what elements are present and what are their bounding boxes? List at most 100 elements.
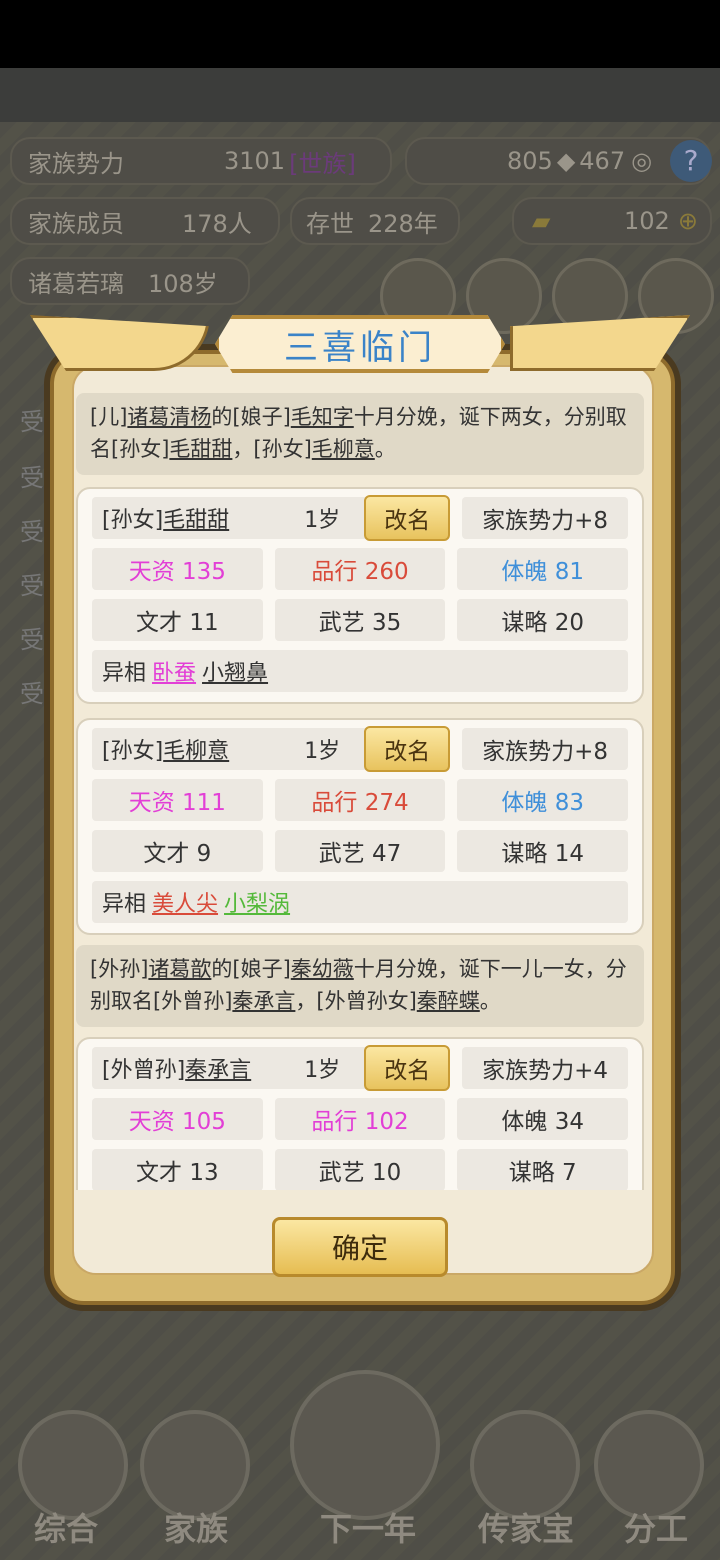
child-name-cell: [孙女] 毛柳意 1岁 改名 <box>92 726 451 772</box>
person-link[interactable]: 秦承言 <box>232 989 295 1013</box>
traits-cell: 异相 美人尖 小梨涡 <box>92 881 628 923</box>
existence-box: 存世 228年 <box>290 197 460 245</box>
rename-button[interactable]: 改名 <box>364 726 451 772</box>
traits-label: 异相 <box>102 892 147 917</box>
person-link[interactable]: 秦醉蝶 <box>417 989 480 1013</box>
help-icon[interactable]: ? <box>670 140 712 182</box>
child-name-cell: [孙女] 毛甜甜 1岁 改名 <box>92 495 451 541</box>
literary-stat: 文才 13 <box>92 1149 263 1190</box>
child-name[interactable]: 毛柳意 <box>163 733 229 765</box>
trait-tag[interactable]: 小翘鼻 <box>202 655 268 687</box>
trait-tag[interactable]: 美人尖 <box>152 886 218 918</box>
rename-button[interactable]: 改名 <box>364 495 451 541</box>
family-power-bonus: 家族势力+4 <box>462 1047 628 1089</box>
rename-button[interactable]: 改名 <box>364 1045 451 1091</box>
bottom-nav: 综合 家族 下一年 传家宝 分工 <box>0 1370 720 1560</box>
person-link[interactable]: 诸葛歆 <box>148 957 211 981</box>
top-strip <box>0 68 720 122</box>
trait-tag[interactable]: 小梨涡 <box>224 886 290 918</box>
event-text-part: 的[娘子] <box>211 957 291 981</box>
child-card: [外曾孙] 秦承言 1岁 改名 家族势力+4 天资 105 品行 102 体魄 3… <box>76 1037 644 1190</box>
person-link[interactable]: 秦幼薇 <box>291 957 354 981</box>
martial-stat: 武艺 47 <box>274 830 446 872</box>
currency-box[interactable]: 805 ◆ 467 ◎ <box>405 137 711 185</box>
strategy-stat: 谋略 20 <box>457 599 629 641</box>
martial-stat: 武艺 35 <box>274 599 446 641</box>
child-relation: [孙女] <box>102 739 164 764</box>
coin-icon: ◎ <box>631 147 653 175</box>
child-name[interactable]: 秦承言 <box>185 1052 251 1084</box>
event-text-part: ，[外曾孙女] <box>295 989 417 1013</box>
child-relation: [外曾孙] <box>102 1058 186 1083</box>
nav-assignment[interactable]: 分工 <box>596 1504 716 1550</box>
child-relation: [孙女] <box>102 508 164 533</box>
child-name[interactable]: 毛甜甜 <box>163 502 229 534</box>
strategy-stat: 谋略 14 <box>457 830 629 872</box>
event-text: [外孙]诸葛歆的[娘子]秦幼薇十月分娩，诞下一儿一女，分别取名[外曾孙]秦承言，… <box>76 945 644 1027</box>
child-age: 1岁 <box>304 739 341 764</box>
child-card: [孙女] 毛柳意 1岁 改名 家族势力+8 天资 111 品行 274 体魄 83… <box>76 718 644 935</box>
conduct-stat: 品行 102 <box>274 1098 446 1140</box>
talent-stat: 天资 111 <box>92 779 263 821</box>
patriarch-age: 108岁 <box>148 269 218 298</box>
event-scroll-list[interactable]: [儿]诸葛清杨的[娘子]毛知字十月分娩，诞下两女，分别取名[孙女]毛甜甜，[孙女… <box>76 393 644 1190</box>
status-bar <box>0 0 720 68</box>
nav-overview[interactable]: 综合 <box>6 1504 126 1550</box>
person-link[interactable]: 毛知字 <box>291 405 354 429</box>
patriarch-box[interactable]: 诸葛若璃 108岁 <box>10 257 250 305</box>
currency-a-value: 805 <box>507 147 553 175</box>
family-power-rank: [世族] <box>289 149 356 178</box>
child-card: [孙女] 毛甜甜 1岁 改名 家族势力+8 天资 135 品行 260 体魄 81… <box>76 487 644 704</box>
conduct-stat: 品行 260 <box>274 548 446 590</box>
nav-next-year[interactable]: 下一年 <box>298 1504 438 1550</box>
event-text-part: ，[孙女] <box>232 437 312 461</box>
existence-label: 存世 <box>306 209 354 238</box>
physique-stat: 体魄 83 <box>457 779 629 821</box>
gold-value: 102 <box>624 207 670 235</box>
traits-label: 异相 <box>102 661 147 686</box>
literary-stat: 文才 9 <box>92 830 263 872</box>
event-text-part: [儿] <box>90 405 128 429</box>
modal-title: 三喜临门 <box>284 327 436 368</box>
event-text: [儿]诸葛清杨的[娘子]毛知字十月分娩，诞下两女，分别取名[孙女]毛甜甜，[孙女… <box>76 393 644 475</box>
members-value: 178人 <box>182 209 252 238</box>
talent-stat: 天资 105 <box>92 1098 263 1140</box>
confirm-button[interactable]: 确定 <box>272 1217 448 1277</box>
martial-stat: 武艺 10 <box>274 1149 446 1190</box>
talent-stat: 天资 135 <box>92 548 263 590</box>
gold-ingot-icon: ▰ <box>532 207 551 235</box>
silver-icon: ◆ <box>556 147 576 175</box>
family-power-box[interactable]: 家族势力 3101 [世族] <box>10 137 392 185</box>
literary-stat: 文才 11 <box>92 599 263 641</box>
physique-stat: 体魄 34 <box>457 1098 629 1140</box>
event-text-part: 。 <box>479 989 501 1013</box>
child-age: 1岁 <box>304 508 341 533</box>
event-text-part: [外孙] <box>90 957 149 981</box>
nav-heirloom[interactable]: 传家宝 <box>466 1504 586 1550</box>
trait-tag[interactable]: 卧蚕 <box>152 655 196 687</box>
family-power-label: 家族势力 <box>28 149 124 178</box>
modal-title-plaque: 三喜临门 <box>215 315 505 373</box>
event-text-part: 的[娘子] <box>211 405 291 429</box>
patriarch-name: 诸葛若璃 <box>28 269 124 298</box>
currency-b-value: 467 <box>579 147 626 175</box>
child-name-cell: [外曾孙] 秦承言 1岁 改名 <box>92 1045 451 1091</box>
event-text-part: 。 <box>374 437 396 461</box>
family-power-value: 3101 <box>224 147 286 175</box>
person-link[interactable]: 诸葛清杨 <box>127 405 211 429</box>
members-label: 家族成员 <box>28 209 124 238</box>
traits-cell: 异相 卧蚕 小翘鼻 <box>92 650 628 692</box>
add-icon[interactable]: ⊕ <box>678 207 698 235</box>
nav-family[interactable]: 家族 <box>136 1504 256 1550</box>
existence-value: 228年 <box>368 209 438 238</box>
person-link[interactable]: 毛甜甜 <box>169 437 232 461</box>
family-power-bonus: 家族势力+8 <box>462 497 628 539</box>
physique-stat: 体魄 81 <box>457 548 629 590</box>
conduct-stat: 品行 274 <box>274 779 446 821</box>
child-age: 1岁 <box>304 1058 341 1083</box>
person-link[interactable]: 毛柳意 <box>312 437 375 461</box>
strategy-stat: 谋略 7 <box>457 1149 629 1190</box>
gold-box[interactable]: ▰ 102 ⊕ <box>512 197 712 245</box>
nav-circle-3 <box>290 1370 440 1520</box>
family-power-bonus: 家族势力+8 <box>462 728 628 770</box>
